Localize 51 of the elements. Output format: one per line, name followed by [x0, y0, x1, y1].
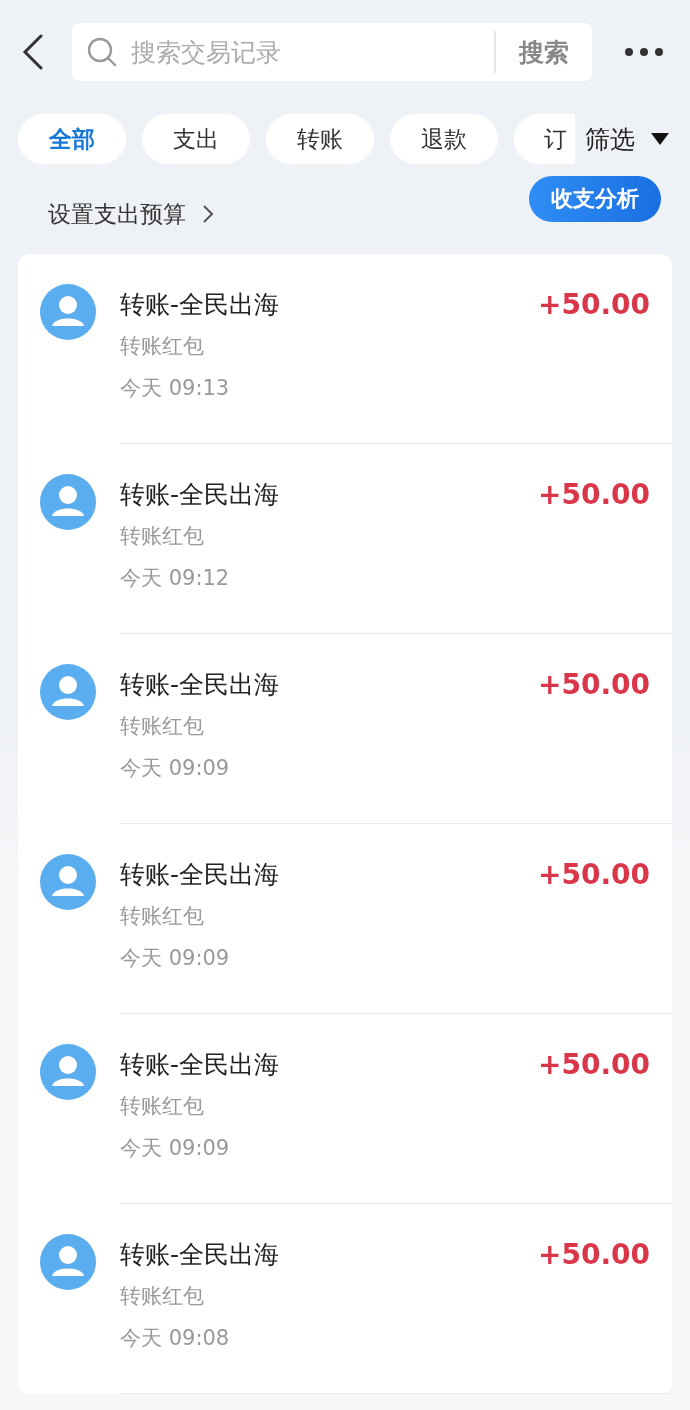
transaction-title: 转账-全民出海	[120, 1238, 280, 1271]
filter-tab[interactable]: 全部	[18, 114, 126, 164]
avatar-icon	[40, 284, 96, 340]
chevron-icon	[202, 204, 214, 224]
transaction-type: 转账红包	[120, 1283, 204, 1310]
search-icon	[87, 37, 117, 67]
filter-tab[interactable]: 退款	[390, 114, 498, 164]
transaction-time: 今天 09:09	[120, 1135, 230, 1162]
transaction-type: 转账红包	[120, 333, 204, 360]
analysis-button[interactable]: 收支分析	[529, 176, 661, 222]
transaction-time: 今天 09:09	[120, 755, 230, 782]
transaction-type: 转账红包	[120, 713, 204, 740]
transaction-time: 今天 09:08	[120, 1325, 230, 1352]
transaction-title: 转账-全民出海	[120, 858, 280, 891]
avatar-icon	[40, 1234, 96, 1290]
dropdown-icon	[651, 133, 669, 145]
transaction-title: 转账-全民出海	[120, 668, 280, 701]
avatar-icon	[40, 474, 96, 530]
transaction-item[interactable]: 转账-全民出海 +50.00 转账红包 今天 09:09	[18, 1014, 672, 1204]
back-icon	[22, 34, 44, 70]
transaction-item[interactable]: 转账-全民出海 +50.00 转账红包 今天 09:09	[18, 634, 672, 824]
transaction-amount: +50.00	[537, 1237, 650, 1271]
filter-button[interactable]: 筛选	[585, 122, 669, 156]
transaction-title: 转账-全民出海	[120, 478, 280, 511]
avatar-icon	[40, 1044, 96, 1100]
search-field[interactable]: 搜索交易记录 搜索	[72, 23, 592, 81]
transaction-item[interactable]: 转账-全民出海 +50.00 转账红包 今天 09:13	[18, 254, 672, 444]
transaction-item[interactable]: 转账-全民出海 +50.00 转账红包 今天 09:09	[18, 824, 672, 1014]
filter-tab[interactable]: 支出	[142, 114, 250, 164]
transaction-amount: +50.00	[537, 1047, 650, 1081]
avatar-icon	[40, 664, 96, 720]
transaction-amount: +50.00	[537, 857, 650, 891]
transaction-type: 转账红包	[120, 903, 204, 930]
transaction-time: 今天 09:09	[120, 945, 230, 972]
budget-link[interactable]: 设置支出预算	[48, 198, 214, 230]
more-icon	[624, 47, 664, 57]
filter-tab[interactable]: 转账	[266, 114, 374, 164]
transaction-time: 今天 09:13	[120, 375, 230, 402]
filter-tab[interactable]: 订	[514, 114, 575, 164]
search-button[interactable]: 搜索	[496, 23, 592, 81]
transaction-type: 转账红包	[120, 1093, 204, 1120]
transaction-amount: +50.00	[537, 667, 650, 701]
transaction-amount: +50.00	[537, 477, 650, 511]
transaction-title: 转账-全民出海	[120, 1048, 280, 1081]
transaction-item[interactable]: 转账-全民出海 +50.00 转账红包 今天 09:08	[18, 1204, 672, 1394]
transaction-item[interactable]: 转账-全民出海 +50.00 转账红包 今天 09:12	[18, 444, 672, 634]
avatar-icon	[40, 854, 96, 910]
transaction-time: 今天 09:12	[120, 565, 230, 592]
transaction-title: 转账-全民出海	[120, 288, 280, 321]
transaction-amount: +50.00	[537, 287, 650, 321]
transaction-type: 转账红包	[120, 523, 204, 550]
